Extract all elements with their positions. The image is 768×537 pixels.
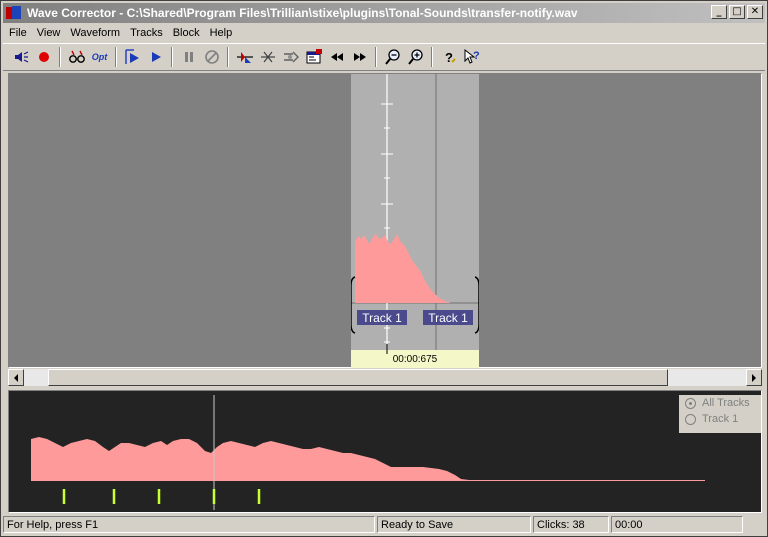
zoom-in-button[interactable] [404, 46, 427, 68]
menu-block[interactable]: Block [168, 27, 205, 39]
window-controls: _ □ ✕ [711, 5, 763, 19]
radio-checked-icon [685, 397, 696, 409]
time-readout: 00:00:675 [392, 353, 438, 365]
record-button[interactable] [32, 46, 55, 68]
toolbar-separator [227, 47, 229, 67]
properties-icon [306, 49, 322, 64]
svg-text:?: ? [473, 50, 480, 62]
track-label-1[interactable]: Track 1 [357, 310, 407, 325]
scroll-right-button[interactable] [746, 369, 762, 386]
track-label-2[interactable]: Track 1 [423, 310, 473, 325]
status-time: 00:00 [611, 516, 743, 533]
arrow-left-icon [14, 373, 18, 382]
status-state: Ready to Save [377, 516, 531, 533]
toolbar-separator [375, 47, 377, 67]
waveform-panel[interactable]: Track 1 Track 1 00:00:675 [350, 74, 480, 368]
pause-button[interactable] [177, 46, 200, 68]
radio-all-tracks[interactable]: All Tracks [679, 395, 761, 411]
toolbar-separator [115, 47, 117, 67]
menu-file[interactable]: File [3, 27, 32, 39]
close-button[interactable]: ✕ [747, 5, 763, 19]
play-button[interactable] [144, 46, 167, 68]
radio-all-tracks-label: All Tracks [702, 397, 750, 409]
waveform-envelope [355, 234, 451, 303]
rewind-button[interactable] [325, 46, 348, 68]
track-options: All Tracks Track 1 [679, 395, 761, 433]
toolbar-separator [171, 47, 173, 67]
menu-bar: File View Waveform Tracks Block Help [3, 24, 237, 42]
context-help-icon: ? [464, 48, 480, 64]
scroll-left-button[interactable] [8, 369, 24, 386]
stop-button[interactable] [200, 46, 223, 68]
status-clicks: Clicks: 38 [533, 516, 609, 533]
app-window: Wave Corrector - C:\Shared\Program Files… [0, 0, 768, 537]
declick-button[interactable] [279, 46, 302, 68]
radio-track-1[interactable]: Track 1 [679, 411, 761, 427]
speaker-icon [14, 51, 28, 63]
play-selection-button[interactable] [121, 46, 144, 68]
overview-panel[interactable]: All Tracks Track 1 [8, 390, 762, 513]
menu-view[interactable]: View [32, 27, 66, 39]
minimize-button[interactable]: _ [711, 5, 727, 19]
fast-forward-button[interactable] [348, 46, 371, 68]
zoom-out-icon [384, 49, 400, 65]
window-title: Wave Corrector - C:\Shared\Program Files… [27, 6, 578, 20]
rewind-icon [330, 53, 343, 61]
split-track-icon [236, 52, 253, 63]
stop-icon [204, 50, 219, 64]
waveform-view[interactable]: Track 1 Track 1 00:00:675 [8, 73, 762, 368]
context-help-button[interactable]: ? [460, 46, 483, 68]
help-icon: ? [445, 50, 456, 65]
menu-waveform[interactable]: Waveform [65, 27, 125, 39]
radio-track-1-label: Track 1 [702, 413, 739, 425]
pause-icon [184, 52, 193, 62]
click-markers [62, 489, 261, 504]
scroll-thumb[interactable] [48, 369, 668, 386]
status-bar: For Help, press F1 Ready to Save Clicks:… [3, 516, 765, 534]
split-track-button[interactable] [233, 46, 256, 68]
glasses-button[interactable] [65, 46, 88, 68]
status-help: For Help, press F1 [3, 516, 375, 533]
cut-button[interactable] [256, 46, 279, 68]
zoom-in-icon [407, 49, 423, 65]
menu-tracks[interactable]: Tracks [125, 27, 168, 39]
title-bar[interactable]: Wave Corrector - C:\Shared\Program Files… [3, 3, 765, 23]
menu-help[interactable]: Help [205, 27, 238, 39]
declick-icon [283, 51, 299, 63]
overview-envelope [31, 437, 705, 481]
toolbar-separator [431, 47, 433, 67]
track-start-bracket[interactable] [350, 276, 356, 334]
horizontal-scrollbar[interactable] [8, 369, 762, 386]
app-icon[interactable] [6, 5, 22, 21]
record-icon [38, 52, 49, 62]
toolbar-separator [59, 47, 61, 67]
options-button[interactable]: Opt [88, 46, 111, 68]
cut-icon [260, 51, 275, 63]
fast-forward-icon [353, 53, 366, 61]
overview-waveform[interactable] [9, 391, 763, 514]
svg-text:?: ? [445, 50, 453, 65]
track-end-bracket[interactable] [474, 276, 480, 334]
maximize-button[interactable]: □ [729, 5, 745, 19]
radio-unchecked-icon [685, 413, 696, 425]
toolbar: Opt ? ? [3, 43, 765, 71]
glasses-icon [68, 50, 85, 63]
help-button[interactable]: ? [437, 46, 460, 68]
properties-button[interactable] [302, 46, 325, 68]
zoom-out-button[interactable] [381, 46, 404, 68]
opt-label: Opt [91, 52, 108, 62]
play-selection-icon [124, 49, 139, 64]
arrow-right-icon [752, 373, 756, 382]
play-icon [151, 52, 161, 62]
speaker-button[interactable] [9, 46, 32, 68]
